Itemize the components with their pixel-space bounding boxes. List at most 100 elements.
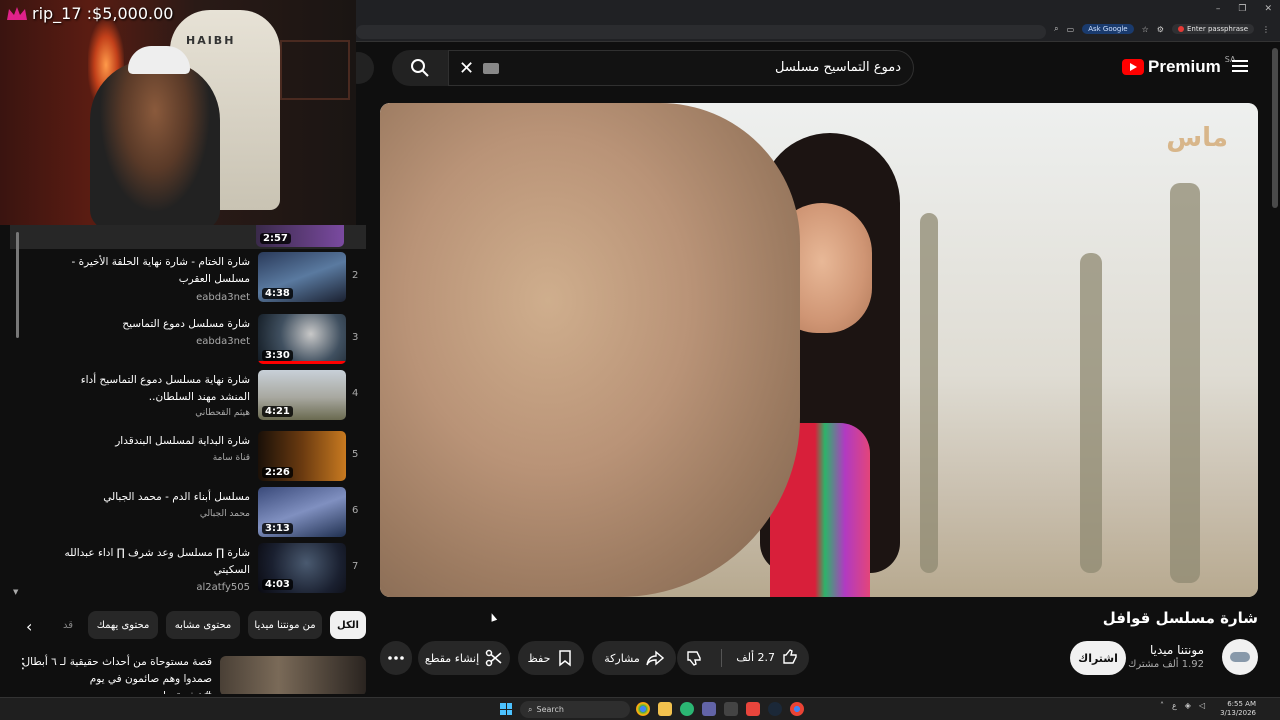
extensions-icon[interactable]: ⚙ bbox=[1157, 25, 1164, 34]
donation-label: rip_17 :$5,000.00 bbox=[6, 4, 173, 23]
chair-logo-text: HAIBH bbox=[186, 34, 236, 47]
playlist-active-row[interactable]: 2:57 bbox=[10, 207, 366, 249]
page-scrollbar[interactable] bbox=[1272, 48, 1278, 208]
scene-cactus bbox=[1170, 183, 1200, 583]
playlist-item-title: شارة مسلسل دموع التماسيح bbox=[122, 318, 250, 330]
like-button[interactable]: 2.7 ألف bbox=[736, 648, 799, 666]
playlist-item[interactable]: 2:26 5 شارة البداية لمسلسل البندقدار قنا… bbox=[12, 431, 362, 489]
playlist-item[interactable]: 3:13 6 مسلسل أبناء الدم - محمد الجبالي م… bbox=[12, 487, 362, 545]
webcam-overlay: HAIBH bbox=[0, 0, 356, 225]
minimize-icon[interactable]: – bbox=[1216, 4, 1221, 14]
webcam-shelf bbox=[280, 40, 350, 100]
search-input[interactable]: ✕ دموع التماسيح مسلسل bbox=[448, 50, 914, 86]
channel-avatar[interactable] bbox=[1222, 639, 1258, 675]
duration-badge: 3:13 bbox=[262, 523, 293, 534]
chip-similar[interactable]: محتوى مشابه bbox=[166, 611, 240, 639]
playlist-item-channel: قناة سامة bbox=[212, 453, 250, 463]
chip-from-channel[interactable]: من مونتنا ميديا bbox=[248, 611, 322, 639]
playlist-thumbnail: 4:03 bbox=[258, 543, 346, 593]
chrome-icon[interactable] bbox=[636, 702, 650, 716]
video-player[interactable]: ماس bbox=[380, 103, 1258, 597]
menu-icon[interactable] bbox=[1232, 60, 1248, 72]
volume-icon[interactable]: ◁ bbox=[1199, 701, 1205, 710]
recommendation-title: قصة مستوحاة من أحداث حقيقية لـ ٦ أبطال ص… bbox=[22, 656, 212, 694]
chip-partial[interactable]: قد bbox=[56, 611, 80, 639]
clock-date: 3/13/2026 bbox=[1220, 709, 1256, 717]
duration-badge: 2:57 bbox=[260, 233, 291, 244]
youtube-play-icon bbox=[1122, 59, 1144, 75]
edge-icon[interactable] bbox=[680, 702, 694, 716]
crown-icon bbox=[6, 6, 28, 22]
playlist-thumbnail: 3:30 bbox=[258, 314, 346, 364]
tray-chevron-icon[interactable]: ˄ bbox=[1160, 701, 1164, 710]
channel-name[interactable]: مونتنا ميديا bbox=[1128, 643, 1204, 657]
more-actions-button[interactable] bbox=[380, 641, 412, 675]
playlist-item-channel: eabda3net bbox=[196, 292, 250, 303]
close-icon[interactable]: ✕ bbox=[1264, 4, 1272, 14]
playlist-index: 3 bbox=[352, 332, 359, 343]
like-divider bbox=[721, 649, 722, 667]
dislike-button[interactable] bbox=[685, 649, 703, 670]
taskbar-clock[interactable]: 6:55 AM 3/13/2026 bbox=[1220, 700, 1256, 718]
playlist-item[interactable]: 3:30 3 شارة مسلسل دموع التماسيح eabda3ne… bbox=[12, 314, 362, 372]
thumbs-down-icon bbox=[687, 651, 701, 666]
windows-start-icon[interactable] bbox=[500, 703, 512, 715]
logo-text: Premium bbox=[1148, 57, 1221, 76]
address-bar[interactable] bbox=[356, 25, 1046, 39]
like-dislike-group: 2.7 ألف bbox=[677, 641, 809, 675]
passphrase-button[interactable]: Enter passphrase bbox=[1171, 24, 1254, 34]
record-icon bbox=[1177, 26, 1184, 32]
save-label: حفظ bbox=[527, 651, 551, 665]
steam-icon[interactable] bbox=[768, 702, 782, 716]
system-tray: ˄ ع ◈ ◁ bbox=[1160, 701, 1205, 710]
playlist-item-channel: eabda3net bbox=[196, 336, 250, 347]
ask-google-button[interactable]: Ask Google bbox=[1082, 24, 1134, 34]
restore-icon[interactable]: ❐ bbox=[1238, 4, 1246, 14]
chevron-left-icon[interactable]: ‹ bbox=[26, 617, 32, 636]
xbox-icon[interactable] bbox=[724, 702, 738, 716]
more-icon[interactable]: ⋮ bbox=[1262, 25, 1270, 34]
toolbar-icons: ⌕ ▭ Ask Google ☆ ⚙ Enter passphrase ⋮ bbox=[1054, 24, 1270, 34]
recommendation-item[interactable]: ⋮ قصة مستوحاة من أحداث حقيقية لـ ٦ أبطال… bbox=[12, 654, 366, 694]
search-query-text: دموع التماسيح مسلسل bbox=[775, 60, 901, 75]
duration-badge: 2:26 bbox=[262, 467, 293, 478]
star-icon[interactable]: ☆ bbox=[1142, 25, 1149, 34]
chrome-alt-icon[interactable] bbox=[790, 702, 804, 716]
chip-for-you[interactable]: محتوى يهمك bbox=[88, 611, 158, 639]
playlist-item[interactable]: 4:38 2 شارة الختام - شارة نهاية الحلقة ا… bbox=[12, 252, 362, 310]
recommendation-thumbnail bbox=[220, 656, 366, 694]
playlist-item-title: شارة البداية لمسلسل البندقدار bbox=[115, 435, 250, 447]
like-count: 2.7 ألف bbox=[736, 650, 775, 664]
save-button[interactable]: حفظ bbox=[518, 641, 584, 675]
scene-wall bbox=[380, 103, 800, 597]
more-horizontal-icon bbox=[388, 656, 404, 660]
file-explorer-icon[interactable] bbox=[658, 702, 672, 716]
language-indicator[interactable]: ع bbox=[1172, 701, 1177, 710]
network-icon[interactable]: ◈ bbox=[1185, 701, 1191, 710]
video-actions: إنشاء مقطع حفظ مشاركة 2.7 ألف اشتراك مون… bbox=[380, 639, 1258, 677]
chip-all[interactable]: الكل bbox=[330, 611, 366, 639]
taskbar-apps bbox=[636, 702, 804, 716]
playlist-index: 4 bbox=[352, 388, 359, 399]
playlist-item[interactable]: 4:21 4 شارة نهاية مسلسل دموع التماسيح أد… bbox=[12, 370, 362, 428]
playlist-thumbnail: 2:26 bbox=[258, 431, 346, 481]
share-button[interactable]: مشاركة bbox=[592, 641, 676, 675]
app-icon[interactable] bbox=[746, 702, 760, 716]
clock-time: 6:55 AM bbox=[1227, 700, 1256, 708]
search-icon bbox=[411, 59, 429, 77]
cast-icon[interactable]: ▭ bbox=[1067, 25, 1075, 34]
search-button[interactable] bbox=[392, 50, 448, 86]
zoom-icon[interactable]: ⌕ bbox=[1054, 24, 1058, 34]
taskbar-search[interactable]: ⌕ Search bbox=[520, 701, 630, 718]
clear-search-icon[interactable]: ✕ bbox=[459, 58, 474, 79]
keyboard-icon[interactable] bbox=[483, 63, 499, 74]
bookmark-icon bbox=[559, 650, 572, 667]
watch-progress bbox=[258, 361, 346, 364]
subscribe-button[interactable]: اشتراك bbox=[1070, 641, 1126, 675]
passphrase-label: Enter passphrase bbox=[1186, 25, 1248, 33]
playlist-item[interactable]: 4:03 7 شارة ∏ مسلسل وعد شرف ∏ اداء عبدال… bbox=[12, 543, 362, 601]
share-icon bbox=[646, 650, 664, 666]
clip-button[interactable]: إنشاء مقطع bbox=[418, 641, 510, 675]
youtube-logo[interactable]: Premium SA bbox=[1122, 55, 1235, 77]
teams-icon[interactable] bbox=[702, 702, 716, 716]
